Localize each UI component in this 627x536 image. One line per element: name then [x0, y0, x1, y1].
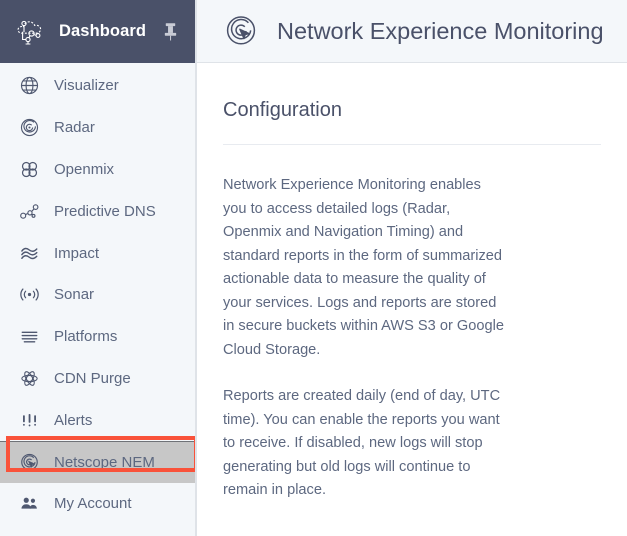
description-paragraph-2: Reports are created daily (end of day, U…: [223, 388, 501, 498]
sidebar-item-netscope-nem[interactable]: Netscope NEM: [0, 441, 195, 483]
sidebar-item-alerts[interactable]: Alerts: [0, 399, 195, 441]
sidebar-item-radar[interactable]: Radar: [0, 107, 195, 149]
sidebar-item-sonar[interactable]: Sonar: [0, 274, 195, 316]
sidebar-item-label: Netscope NEM: [54, 454, 155, 472]
brand-label: Dashboard: [59, 22, 147, 40]
sidebar-item-openmix[interactable]: Openmix: [0, 149, 195, 191]
waves-icon: [18, 242, 40, 264]
sidebar-item-label: Impact: [54, 244, 100, 262]
sidebar-item-label: Openmix: [54, 160, 115, 178]
nem-cursor-icon: [18, 452, 40, 474]
sidebar-item-label: CDN Purge: [54, 369, 131, 387]
sidebar-item-impact[interactable]: Impact: [0, 232, 195, 274]
section-title: Configuration: [223, 99, 342, 121]
sidebar-nav: Visualizer Radar Openmix Predictive DNS …: [0, 63, 195, 525]
description-paragraph-1: Network Experience Monitoring enables yo…: [223, 177, 504, 358]
radar-icon: [18, 117, 40, 139]
sidebar-item-label: Alerts: [54, 411, 93, 429]
cloud-network-icon: [14, 17, 48, 47]
sidebar-item-label: Sonar: [54, 286, 95, 304]
section-divider: [223, 144, 601, 145]
four-circles-icon: [18, 158, 40, 180]
sonar-signal-icon: [18, 284, 40, 306]
people-icon: [18, 493, 40, 515]
app-root: Dashboard Visualizer Radar Openmix Predi…: [0, 0, 627, 536]
page-title: Network Experience Monitoring: [277, 17, 604, 44]
sidebar-item-cdn-purge[interactable]: CDN Purge: [0, 358, 195, 400]
sidebar-item-label: Radar: [54, 119, 95, 137]
sidebar-item-label: Visualizer: [54, 77, 119, 95]
stacked-lines-icon: [18, 326, 40, 348]
alert-bars-icon: [18, 409, 40, 431]
nem-cursor-icon: [223, 13, 259, 49]
main-content: Configuration Network Experience Monitor…: [197, 63, 627, 503]
atom-icon: [18, 367, 40, 389]
nodes-graph-icon: [18, 200, 40, 222]
sidebar-item-visualizer[interactable]: Visualizer: [0, 65, 195, 107]
sidebar-item-predictive-dns[interactable]: Predictive DNS: [0, 190, 195, 232]
main-header: Network Experience Monitoring: [197, 0, 627, 63]
sidebar-item-label: My Account: [54, 495, 132, 513]
sidebar-item-label: Predictive DNS: [54, 202, 156, 220]
pin-icon[interactable]: [161, 21, 179, 43]
globe-icon: [18, 75, 40, 97]
sidebar-header: Dashboard: [0, 0, 195, 63]
sidebar-item-platforms[interactable]: Platforms: [0, 316, 195, 358]
sidebar-item-label: Platforms: [54, 328, 118, 346]
sidebar: Dashboard Visualizer Radar Openmix Predi…: [0, 0, 197, 536]
sidebar-item-my-account[interactable]: My Account: [0, 483, 195, 525]
main-area: Network Experience Monitoring Configurat…: [197, 0, 627, 536]
